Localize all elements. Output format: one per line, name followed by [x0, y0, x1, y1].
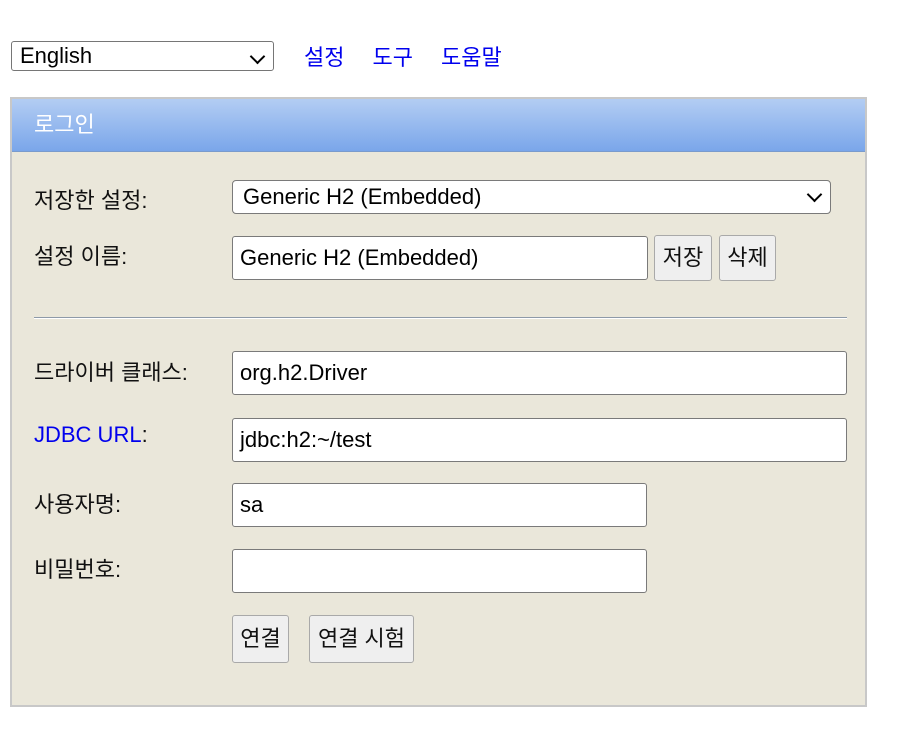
top-toolbar: English 설정 도구 도움말 [11, 40, 502, 72]
password-input[interactable] [232, 549, 647, 593]
username-input[interactable]: sa [232, 483, 647, 527]
saved-settings-select[interactable]: Generic H2 (Embedded) [232, 180, 831, 214]
divider [34, 317, 847, 319]
driver-class-input[interactable]: org.h2.Driver [232, 351, 847, 395]
language-select[interactable]: English [11, 41, 274, 71]
help-link[interactable]: 도움말 [441, 40, 502, 72]
settings-link[interactable]: 설정 [304, 40, 344, 72]
driver-class-label: 드라이버 클래스: [34, 360, 188, 385]
panel-title: 로그인 [12, 99, 865, 152]
jdbc-url-label: JDBC URL: [34, 422, 148, 448]
language-select-value: English [20, 43, 93, 68]
saved-settings-label: 저장한 설정: [34, 188, 148, 213]
jdbc-url-help-link[interactable]: JDBC URL [34, 422, 142, 447]
delete-button[interactable]: 삭제 [719, 235, 776, 281]
save-button[interactable]: 저장 [654, 235, 712, 281]
tools-link[interactable]: 도구 [372, 40, 412, 72]
connect-button[interactable]: 연결 [232, 615, 289, 663]
test-connection-button[interactable]: 연결 시험 [309, 615, 414, 663]
jdbc-url-input[interactable]: jdbc:h2:~/test [232, 418, 847, 462]
chevron-down-icon [249, 48, 266, 65]
jdbc-url-colon: : [141, 422, 148, 447]
setting-name-label: 설정 이름: [34, 244, 128, 269]
password-label: 비밀번호: [34, 557, 122, 582]
chevron-down-icon [806, 186, 823, 203]
username-label: 사용자명: [34, 492, 122, 517]
login-panel: 로그인 저장한 설정: Generic H2 (Embedded) 설정 이름:… [10, 97, 867, 707]
saved-settings-value: Generic H2 (Embedded) [243, 184, 482, 209]
setting-name-input[interactable]: Generic H2 (Embedded) [232, 236, 648, 280]
